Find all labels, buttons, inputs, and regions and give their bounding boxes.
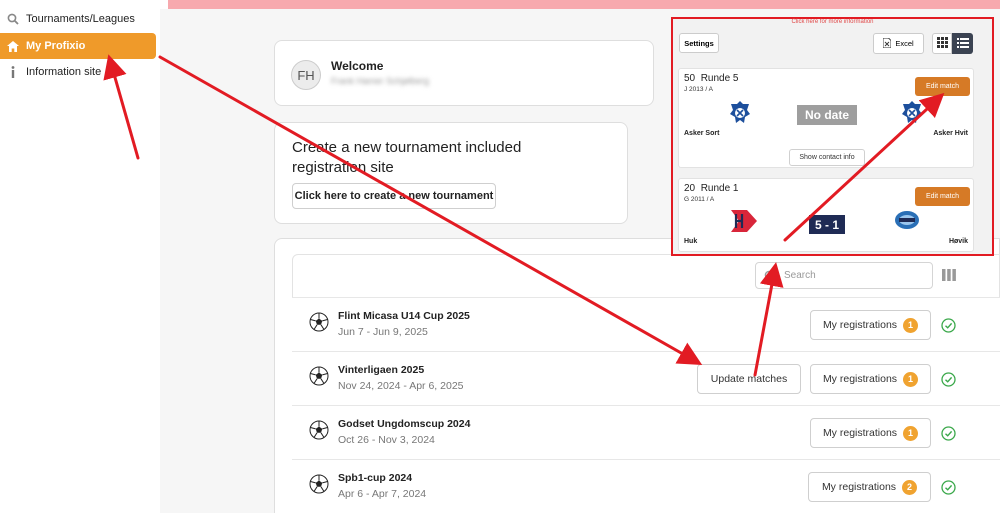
match-group: J 2013 / A xyxy=(684,86,713,93)
tournament-dates: Apr 6 - Apr 7, 2024 xyxy=(338,488,427,500)
match-number-round: 50 Runde 5 xyxy=(684,73,739,84)
tournament-title: Godset Ungdomscup 2024 xyxy=(338,418,471,430)
sidebar-item-information[interactable]: Information site xyxy=(0,59,156,85)
more-information-link[interactable]: Click here for more information xyxy=(673,19,992,25)
user-name: Frank Hamer Schjølberg xyxy=(331,76,430,86)
match-result: No date xyxy=(797,105,857,125)
match-result: 5 - 1 xyxy=(809,215,845,234)
table-row[interactable]: Flint Micasa U14 Cup 2025 Jun 7 - Jun 9,… xyxy=(292,297,1000,351)
tournament-dates: Nov 24, 2024 - Apr 6, 2025 xyxy=(338,380,464,392)
edit-match-button[interactable]: Edit match xyxy=(915,187,970,206)
away-team-logo-icon xyxy=(894,209,920,236)
columns-icon[interactable] xyxy=(942,268,956,286)
top-notice-bar xyxy=(168,0,1000,9)
sidebar: Tournaments/Leagues My Profixio Informat… xyxy=(0,0,160,513)
soccer-ball-icon xyxy=(309,420,329,445)
show-contact-info-button[interactable]: Show contact info xyxy=(789,149,865,166)
soccer-ball-icon xyxy=(309,312,329,337)
grid-view-toggle[interactable] xyxy=(932,33,952,54)
search-placeholder: Search xyxy=(784,270,816,281)
info-icon xyxy=(0,66,26,78)
count-badge: 2 xyxy=(902,479,918,495)
match-number: 50 xyxy=(684,73,696,84)
home-team-logo-icon xyxy=(731,210,757,237)
my-registrations-button[interactable]: My registrations 1 xyxy=(810,364,931,394)
button-label: My registrations xyxy=(821,481,897,493)
list-view-toggle[interactable] xyxy=(952,33,973,54)
tournament-title: Flint Micasa U14 Cup 2025 xyxy=(338,310,470,322)
button-label: My registrations xyxy=(822,373,898,385)
sidebar-item-label: Information site xyxy=(26,66,102,78)
home-team-logo-icon xyxy=(729,101,751,130)
soccer-ball-icon xyxy=(309,474,329,499)
home-team: Huk xyxy=(684,238,698,245)
away-team-logo-icon xyxy=(901,101,923,130)
create-tournament-title: Create a new tournament included registr… xyxy=(292,139,522,176)
soccer-ball-icon xyxy=(309,366,329,391)
sidebar-item-label: My Profixio xyxy=(26,40,86,52)
search-icon xyxy=(0,13,26,25)
match-number-round: 20 Runde 1 xyxy=(684,183,739,194)
check-circle-icon xyxy=(941,372,956,392)
match-number: 20 xyxy=(684,183,696,194)
tournament-dates: Oct 26 - Nov 3, 2024 xyxy=(338,434,435,446)
sidebar-item-label: Tournaments/Leagues xyxy=(26,13,135,25)
excel-export-button[interactable]: Excel xyxy=(873,33,924,54)
button-label: My registrations xyxy=(822,427,898,439)
update-matches-button[interactable]: Update matches xyxy=(697,364,801,394)
table-row[interactable]: Godset Ungdomscup 2024 Oct 26 - Nov 3, 2… xyxy=(292,405,1000,459)
check-circle-icon xyxy=(941,318,956,338)
match-group: G 2011 / A xyxy=(684,196,715,203)
button-label: Excel xyxy=(895,39,914,48)
button-label: My registrations xyxy=(822,319,898,331)
match-overview-panel: Click here for more information Settings… xyxy=(671,17,994,256)
table-row[interactable]: Vinterligaen 2025 Nov 24, 2024 - Apr 6, … xyxy=(292,351,1000,405)
tournament-dates: Jun 7 - Jun 9, 2025 xyxy=(338,326,428,338)
home-icon xyxy=(0,40,26,52)
away-team: Asker Hvit xyxy=(933,130,968,137)
avatar: FH xyxy=(291,60,321,90)
search-icon xyxy=(764,269,776,287)
count-badge: 1 xyxy=(903,317,919,333)
away-team: Høvik xyxy=(948,238,968,245)
settings-button[interactable]: Settings xyxy=(679,33,719,53)
check-circle-icon xyxy=(941,426,956,446)
my-registrations-button[interactable]: My registrations 1 xyxy=(810,310,931,340)
check-circle-icon xyxy=(941,480,956,500)
welcome-title: Welcome xyxy=(331,59,384,73)
excel-icon xyxy=(882,37,892,50)
create-tournament-button[interactable]: Click here to create a new tournament xyxy=(292,183,496,209)
create-tournament-card: Create a new tournament included registr… xyxy=(274,122,628,224)
tournament-title: Vinterligaen 2025 xyxy=(338,364,425,376)
grid-icon xyxy=(936,35,948,53)
search-input[interactable]: Search xyxy=(755,262,933,289)
list-icon xyxy=(956,35,969,53)
match-round: Runde 5 xyxy=(700,73,739,84)
welcome-card: FH Welcome Frank Hamer Schjølberg xyxy=(274,40,654,106)
edit-match-button[interactable]: Edit match xyxy=(915,77,970,96)
sidebar-item-my-profixio[interactable]: My Profixio xyxy=(0,33,156,59)
my-registrations-button[interactable]: My registrations 1 xyxy=(810,418,931,448)
home-team: Asker Sort xyxy=(684,130,720,137)
count-badge: 1 xyxy=(903,371,919,387)
match-card: 50 Runde 5 J 2013 / A Edit match No date… xyxy=(678,68,974,168)
match-card: 20 Runde 1 G 2011 / A Edit match 5 - 1 H… xyxy=(678,178,974,252)
table-row[interactable]: Spb1-cup 2024 Apr 6 - Apr 7, 2024 My reg… xyxy=(292,459,1000,513)
count-badge: 1 xyxy=(903,425,919,441)
sidebar-item-tournaments[interactable]: Tournaments/Leagues xyxy=(0,6,156,32)
match-round: Runde 1 xyxy=(700,183,739,194)
my-registrations-button[interactable]: My registrations 2 xyxy=(808,472,931,502)
tournament-title: Spb1-cup 2024 xyxy=(338,472,413,484)
